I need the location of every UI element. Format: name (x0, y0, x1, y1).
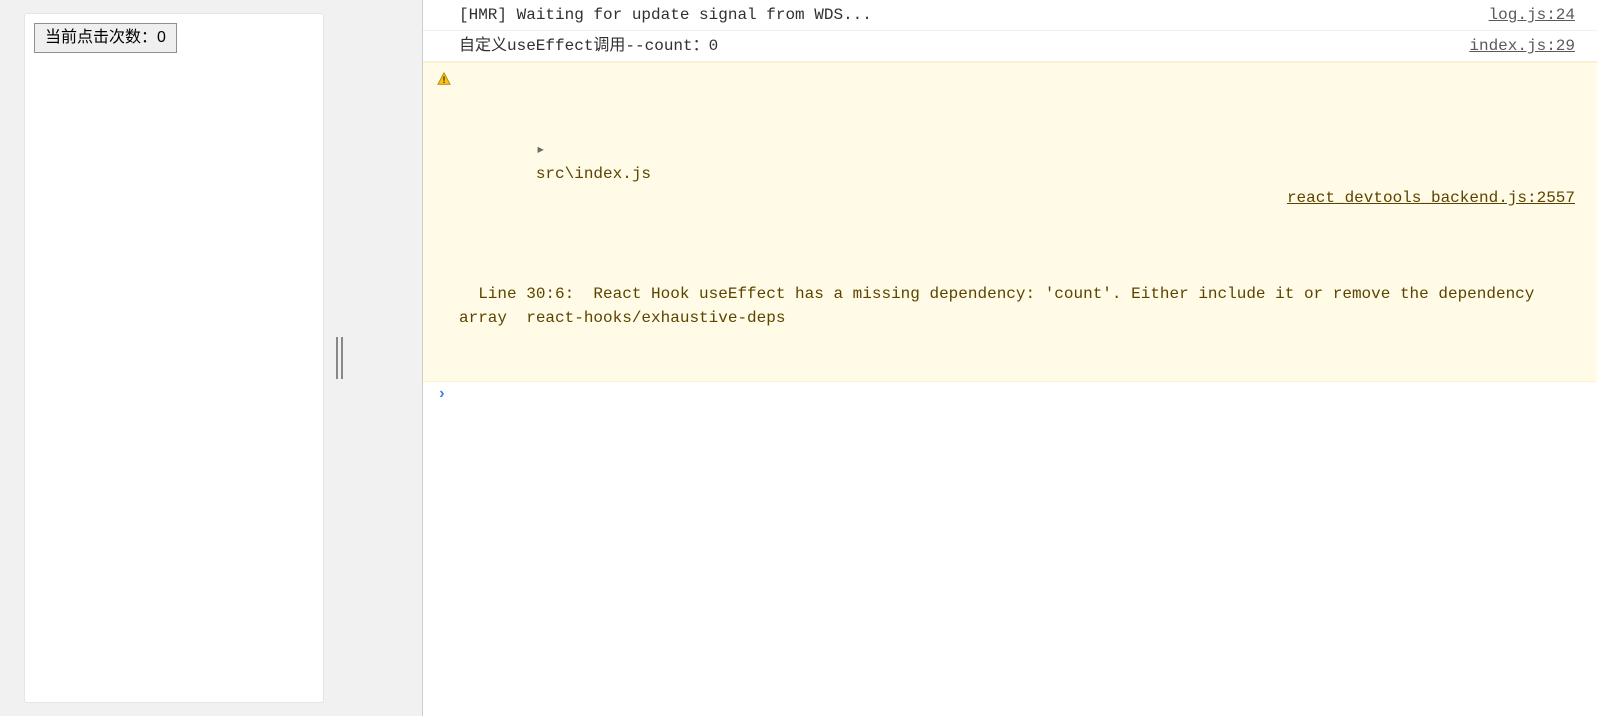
pane-splitter[interactable] (334, 337, 344, 379)
chevron-right-icon: › (437, 385, 447, 403)
console-source-link[interactable]: react_devtools_backend.js:2557 (1287, 186, 1575, 210)
console-input-row[interactable]: › (423, 382, 1597, 406)
console-warning-row[interactable]: ▸ src\index.js react_devtools_backend.js… (423, 62, 1597, 382)
console-row[interactable]: [HMR] Waiting for update signal from WDS… (423, 0, 1597, 31)
devtools-console: [HMR] Waiting for update signal from WDS… (422, 0, 1597, 716)
app-root-card: 当前点击次数：0 (24, 13, 324, 703)
console-row[interactable]: 自定义useEffect调用--count：0 index.js:29 (423, 31, 1597, 62)
warning-file: src\index.js (536, 165, 651, 183)
click-count-button[interactable]: 当前点击次数：0 (34, 23, 177, 53)
disclosure-triangle-icon[interactable]: ▸ (536, 141, 546, 159)
console-source-link[interactable]: log.js:24 (1489, 3, 1575, 27)
page-preview-pane: 当前点击次数：0 (0, 0, 422, 716)
warning-message: Line 30:6: React Hook useEffect has a mi… (459, 282, 1575, 330)
warning-icon (437, 70, 451, 84)
console-source-link[interactable]: index.js:29 (1469, 34, 1575, 58)
console-input[interactable] (457, 385, 1575, 403)
console-message: 自定义useEffect调用--count：0 (459, 34, 1449, 58)
console-message: [HMR] Waiting for update signal from WDS… (459, 3, 1469, 27)
